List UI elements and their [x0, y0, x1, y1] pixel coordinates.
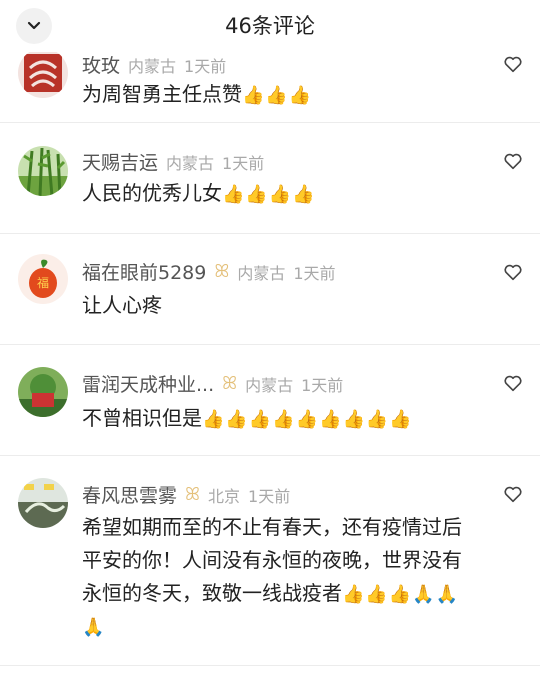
heart-outline-icon[interactable]	[502, 261, 524, 283]
comment-time: 1天前	[184, 56, 227, 76]
comment-location: 内蒙古	[166, 153, 215, 173]
thumbs-up-emoji: 👍👍👍👍	[222, 184, 316, 205]
comment-text: 人民的优秀儿女	[82, 181, 222, 205]
comment-item: 雷润天成种业... ꕤ 内蒙古 1天前 不曾相识但是👍👍👍👍👍👍👍👍👍	[0, 345, 540, 456]
comment-item: 春风思雲雾 ꕤ 北京 1天前 希望如期而至的不止有春天，还有疫情过后 平安的你！…	[0, 456, 540, 666]
comment-text-line: 希望如期而至的不止有春天，还有疫情过后	[82, 515, 462, 539]
comment-location: 内蒙古	[245, 375, 294, 395]
avatar[interactable]	[18, 367, 68, 417]
fan-badge-icon: ꕤ	[214, 261, 230, 282]
comment-text: 不曾相识但是	[82, 406, 202, 430]
comment-count-title: 46条评论	[225, 14, 315, 38]
fan-badge-icon: ꕤ	[222, 373, 238, 394]
comments-header: 46条评论	[0, 0, 540, 52]
comment-item: 玫玫 内蒙古 1天前 为周智勇主任点赞👍👍👍	[0, 52, 540, 123]
comment-text-line-last: 永恒的冬天，致敬一线战疫者👍👍👍🙏🙏	[82, 577, 522, 611]
fan-badge-icon: ꕤ	[185, 484, 200, 505]
commenter-name[interactable]: 雷润天成种业...	[82, 370, 214, 397]
comment-time: 1天前	[222, 153, 265, 173]
comment-text-row: 不曾相识但是👍👍👍👍👍👍👍👍👍	[82, 402, 522, 436]
avatar[interactable]	[18, 52, 68, 98]
heart-outline-icon[interactable]	[502, 53, 524, 75]
comment-item: 福 福在眼前5289 ꕤ 内蒙古 1天前 让人心疼	[0, 234, 540, 345]
avatar[interactable]: 福	[18, 254, 68, 304]
comment-text-line: 平安的你！人间没有永恒的夜晚，世界没有	[82, 548, 462, 572]
commenter-name[interactable]: 玫玫	[82, 52, 120, 78]
comment-text-line: 永恒的冬天，致敬一线战疫者	[82, 581, 342, 605]
comment-text: 让人心疼	[82, 293, 162, 317]
comment-list[interactable]: 玫玫 内蒙古 1天前 为周智勇主任点赞👍👍👍 天赐吉运 内蒙古 1天前 人民的优…	[0, 52, 540, 696]
comment-time: 1天前	[293, 263, 336, 283]
comment-item: 天赐吉运 内蒙古 1天前 人民的优秀儿女👍👍👍👍	[0, 123, 540, 234]
comment-text-block: 希望如期而至的不止有春天，还有疫情过后 平安的你！人间没有永恒的夜晚，世界没有 …	[82, 511, 522, 644]
svg-text:福: 福	[37, 275, 49, 290]
heart-outline-icon[interactable]	[502, 150, 524, 172]
commenter-name[interactable]: 春风思雲雾	[82, 481, 177, 508]
commenter-name[interactable]: 天赐吉运	[82, 148, 158, 175]
comment-location: 内蒙古	[128, 56, 177, 76]
comment-text-row: 为周智勇主任点赞👍👍👍	[82, 78, 522, 112]
comment-time: 1天前	[301, 375, 344, 395]
comment-location: 内蒙古	[237, 263, 286, 283]
heart-outline-icon[interactable]	[502, 483, 524, 505]
comment-location: 北京	[208, 486, 241, 506]
pray-emoji: 🙏	[82, 617, 106, 638]
comment-text-row: 人民的优秀儿女👍👍👍👍	[82, 177, 522, 211]
comment-time: 1天前	[248, 486, 291, 506]
thumbs-up-emoji: 👍👍👍👍👍👍👍👍👍	[202, 409, 413, 430]
commenter-name[interactable]: 福在眼前5289	[82, 258, 206, 285]
avatar[interactable]	[18, 478, 68, 528]
heart-outline-icon[interactable]	[502, 372, 524, 394]
comment-text: 为周智勇主任点赞	[82, 82, 242, 106]
avatar[interactable]	[18, 146, 68, 196]
thumbs-pray-emoji: 👍👍👍🙏🙏	[342, 584, 460, 605]
thumbs-up-emoji: 👍👍👍	[242, 85, 313, 106]
